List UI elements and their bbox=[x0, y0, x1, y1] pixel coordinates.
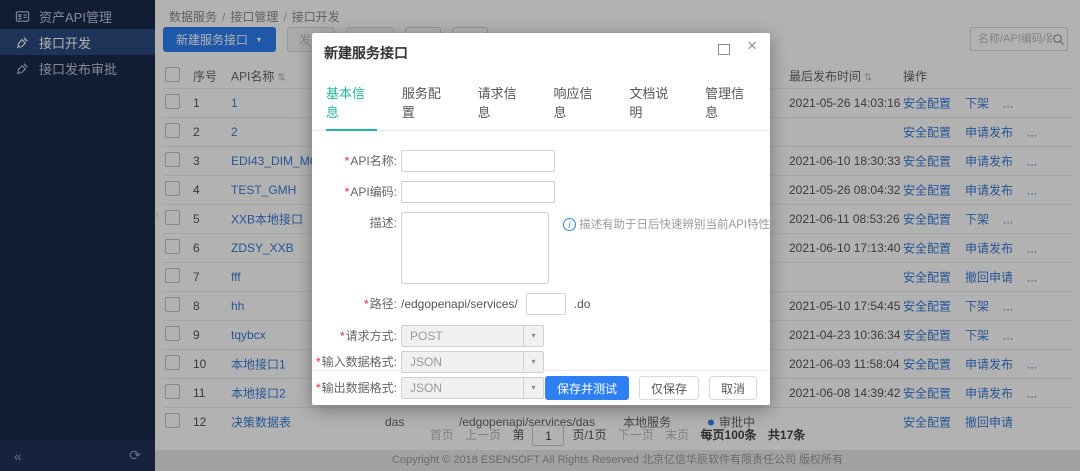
maximize-icon[interactable] bbox=[718, 44, 730, 55]
modal-tab[interactable]: 请求信息 bbox=[478, 83, 529, 130]
modal-tab[interactable]: 服务配置 bbox=[402, 83, 453, 130]
api-code-field[interactable] bbox=[401, 181, 555, 203]
description-label: 描述: bbox=[312, 212, 401, 234]
save-and-test-button[interactable]: 保存并测试 bbox=[545, 376, 629, 400]
save-only-button[interactable]: 仅保存 bbox=[639, 376, 699, 400]
new-service-api-modal: 新建服务接口 × 基本信息服务配置请求信息响应信息文档说明管理信息 *API名称… bbox=[312, 33, 770, 405]
modal-tab[interactable]: 基本信息 bbox=[326, 83, 377, 130]
api-code-label: *API编码: bbox=[312, 181, 401, 203]
info-icon: i bbox=[563, 218, 576, 231]
description-tip: i 描述有助于日后快速辨别当前API特性 bbox=[563, 216, 770, 232]
modal-title: 新建服务接口 bbox=[324, 45, 408, 61]
method-select[interactable]: POST ▾ bbox=[401, 325, 544, 347]
path-label: *路径: bbox=[312, 293, 401, 315]
close-icon[interactable]: × bbox=[747, 37, 757, 54]
method-label: *请求方式: bbox=[312, 325, 401, 347]
path-field[interactable] bbox=[526, 293, 566, 315]
description-field[interactable] bbox=[401, 212, 549, 284]
modal-tab[interactable]: 管理信息 bbox=[705, 83, 756, 130]
api-name-field[interactable] bbox=[401, 150, 555, 172]
modal-form: *API名称: *API编码: 描述: i 描述有助于日后快速辨别当前API特性… bbox=[312, 131, 770, 399]
chevron-down-icon: ▾ bbox=[523, 352, 543, 372]
modal-tabs: 基本信息服务配置请求信息响应信息文档说明管理信息 bbox=[312, 73, 770, 131]
chevron-down-icon: ▾ bbox=[523, 326, 543, 346]
path-suffix: .do bbox=[574, 297, 591, 311]
cancel-button[interactable]: 取消 bbox=[709, 376, 757, 400]
path-prefix: /edgopenapi/services/ bbox=[401, 297, 518, 311]
modal-tab[interactable]: 响应信息 bbox=[553, 83, 604, 130]
api-name-label: *API名称: bbox=[312, 150, 401, 172]
modal-header: 新建服务接口 × bbox=[312, 33, 770, 73]
modal-footer: 保存并测试 仅保存 取消 bbox=[312, 370, 770, 405]
modal-tab[interactable]: 文档说明 bbox=[629, 83, 680, 130]
